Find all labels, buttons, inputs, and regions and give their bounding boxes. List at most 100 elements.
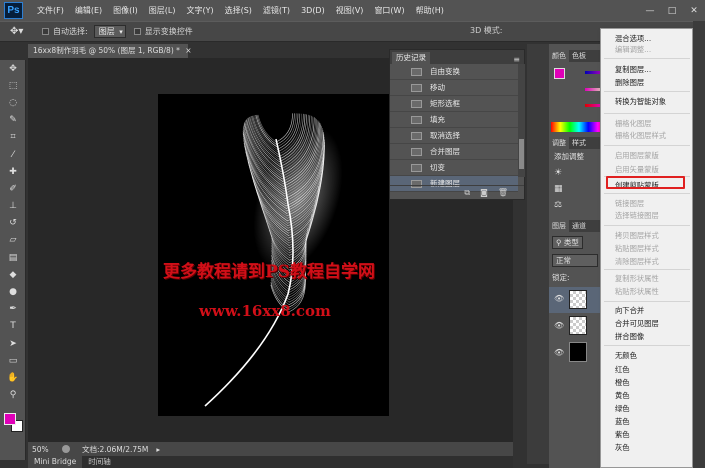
menu-image[interactable]: 图像(I): [113, 5, 138, 16]
close-button[interactable]: ✕: [683, 0, 705, 21]
zoom-tool-icon[interactable]: ⚲: [0, 387, 26, 404]
context-menu-item[interactable]: 无颜色: [615, 351, 637, 361]
history-state-item[interactable]: 取消选择: [390, 128, 518, 144]
layer-visibility-icon[interactable]: 👁: [554, 348, 564, 357]
window-controls: — □ ✕: [639, 0, 705, 21]
auto-select-checkbox[interactable]: [42, 28, 49, 35]
layer-filter-kind[interactable]: ⚲ 类型: [552, 236, 583, 249]
levels-adjust-icon[interactable]: ▦: [554, 184, 563, 194]
menu-3d[interactable]: 3D(D): [301, 6, 325, 15]
menu-filter[interactable]: 滤镜(T): [263, 5, 290, 16]
foreground-color-swatch[interactable]: [4, 413, 16, 425]
spectrum-bar[interactable]: [551, 122, 607, 132]
context-menu-item[interactable]: 橙色: [615, 378, 630, 388]
context-menu-item[interactable]: 删除图层: [615, 78, 644, 88]
tab-mini-bridge[interactable]: Mini Bridge: [28, 456, 82, 468]
context-menu-item[interactable]: 紫色: [615, 430, 630, 440]
hand-tool-icon[interactable]: ✋: [0, 369, 26, 386]
new-document-from-state-icon[interactable]: ⧉: [464, 188, 470, 198]
pen-tool-icon[interactable]: ✒: [0, 301, 26, 318]
move-tool-preset-icon[interactable]: ✥▾: [10, 26, 34, 37]
context-menu-item[interactable]: 拼合图像: [615, 332, 644, 342]
tab-channels[interactable]: 通道: [569, 220, 589, 232]
menu-help[interactable]: 帮助(H): [416, 5, 444, 16]
crop-tool-icon[interactable]: ⌗: [0, 129, 26, 146]
history-brush-icon[interactable]: ↺: [0, 215, 26, 232]
document-canvas[interactable]: [158, 94, 389, 416]
context-menu-item[interactable]: 绿色: [615, 404, 630, 414]
color-balance-adjust-icon[interactable]: ⚖: [554, 200, 562, 210]
history-scroll-thumb[interactable]: [519, 139, 524, 169]
document-tab-close-icon[interactable]: ×: [185, 46, 191, 55]
document-tab[interactable]: 16xx8制作羽毛 @ 50% (图层 1, RGB/8) * ×: [28, 44, 188, 58]
history-state-item[interactable]: 合并图层: [390, 144, 518, 160]
history-state-item[interactable]: 矩形选框: [390, 96, 518, 112]
context-menu-item[interactable]: 灰色: [615, 443, 630, 453]
menu-view[interactable]: 视图(V): [336, 5, 364, 16]
minimize-button[interactable]: —: [639, 0, 661, 21]
shape-tool-icon[interactable]: ▭: [0, 352, 26, 369]
eyedropper-tool-icon[interactable]: ⁄: [0, 146, 26, 163]
history-state-item[interactable]: 填充: [390, 112, 518, 128]
path-select-tool-icon[interactable]: ➤: [0, 335, 26, 352]
menu-layer[interactable]: 图层(L): [149, 5, 176, 16]
stamp-tool-icon[interactable]: ⊥: [0, 198, 26, 215]
tab-adjustments[interactable]: 调整: [549, 137, 569, 149]
context-menu-item[interactable]: 混合选项...: [615, 34, 651, 44]
marquee-tool-icon[interactable]: ⬚: [0, 77, 26, 94]
brush-tool-icon[interactable]: ✐: [0, 180, 26, 197]
brightness-adjust-icon[interactable]: ☀: [554, 168, 562, 178]
bottom-panel-tabs: Mini Bridge 时间轴: [28, 456, 513, 468]
color-panel-fg[interactable]: [554, 68, 565, 79]
tab-styles[interactable]: 样式: [569, 137, 589, 149]
snapshot-icon[interactable]: ◙: [480, 188, 488, 197]
context-menu-item[interactable]: 向下合并: [615, 306, 644, 316]
history-scrollbar[interactable]: [518, 64, 525, 177]
tab-color[interactable]: 颜色: [549, 50, 569, 62]
history-state-item[interactable]: 移动: [390, 80, 518, 96]
maximize-button[interactable]: □: [661, 0, 683, 21]
context-menu-item[interactable]: 复制图层...: [615, 65, 651, 75]
history-state-item[interactable]: 切变: [390, 160, 518, 176]
show-transform-checkbox[interactable]: [134, 28, 141, 35]
document-info-icon[interactable]: [62, 445, 70, 453]
blur-tool-icon[interactable]: ◆: [0, 266, 26, 283]
context-menu-item[interactable]: 黄色: [615, 391, 630, 401]
tab-timeline[interactable]: 时间轴: [82, 456, 117, 468]
context-menu-item[interactable]: 转换为智能对象: [615, 97, 666, 107]
history-state-item[interactable]: 自由变换: [390, 64, 518, 80]
dodge-tool-icon[interactable]: ●: [0, 283, 26, 300]
blend-mode-dropdown[interactable]: 正常: [552, 254, 598, 267]
context-menu-item: 链接图层: [615, 199, 644, 209]
status-arrow-icon[interactable]: ▸: [156, 445, 160, 454]
type-tool-icon[interactable]: T: [0, 318, 26, 335]
gradient-tool-icon[interactable]: ▤: [0, 249, 26, 266]
layers-panel-tabs: 图层 通道: [549, 220, 607, 232]
layer-visibility-icon[interactable]: 👁: [554, 321, 564, 330]
eraser-tool-icon[interactable]: ▱: [0, 232, 26, 249]
context-menu-item[interactable]: 合并可见图层: [615, 319, 659, 329]
delete-state-icon[interactable]: 🗑: [498, 188, 508, 197]
menu-edit[interactable]: 编辑(E): [75, 5, 102, 16]
panel-menu-icon[interactable]: ≡: [513, 55, 520, 64]
lasso-tool-icon[interactable]: ◌: [0, 94, 26, 111]
context-menu-item[interactable]: 红色: [615, 365, 630, 375]
menu-window[interactable]: 窗口(W): [374, 5, 404, 16]
tab-swatches[interactable]: 色板: [569, 50, 589, 62]
history-panel-tab[interactable]: 历史记录: [392, 52, 430, 64]
move-tool-icon[interactable]: ✥: [0, 60, 26, 77]
zoom-level[interactable]: 50%: [32, 445, 58, 454]
menu-file[interactable]: 文件(F): [37, 5, 64, 16]
menu-select[interactable]: 选择(S): [225, 5, 252, 16]
quick-select-tool-icon[interactable]: ✎: [0, 112, 26, 129]
menu-type[interactable]: 文字(Y): [186, 5, 213, 16]
tab-layers[interactable]: 图层: [549, 220, 569, 232]
history-state-icon: [411, 132, 422, 140]
highlight-box: [606, 176, 685, 189]
context-menu-item[interactable]: 蓝色: [615, 417, 630, 427]
healing-tool-icon[interactable]: ✚: [0, 163, 26, 180]
auto-select-dropdown[interactable]: 图层: [94, 25, 126, 38]
history-footer: ⧉ ◙ 🗑: [390, 185, 524, 199]
document-tab-title: 16xx8制作羽毛 @ 50% (图层 1, RGB/8) *: [33, 46, 180, 55]
layer-visibility-icon[interactable]: 👁: [554, 294, 564, 303]
